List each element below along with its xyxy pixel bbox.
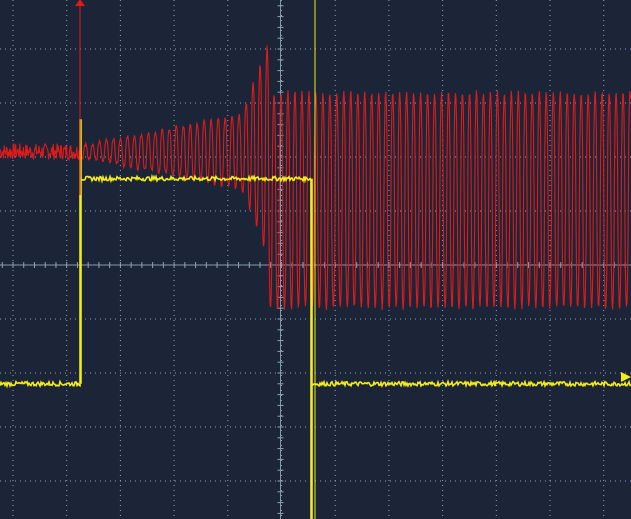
markers[interactable] [0,0,631,519]
oscilloscope-screen [0,0,631,519]
trigger-level-marker-icon[interactable] [621,372,631,382]
